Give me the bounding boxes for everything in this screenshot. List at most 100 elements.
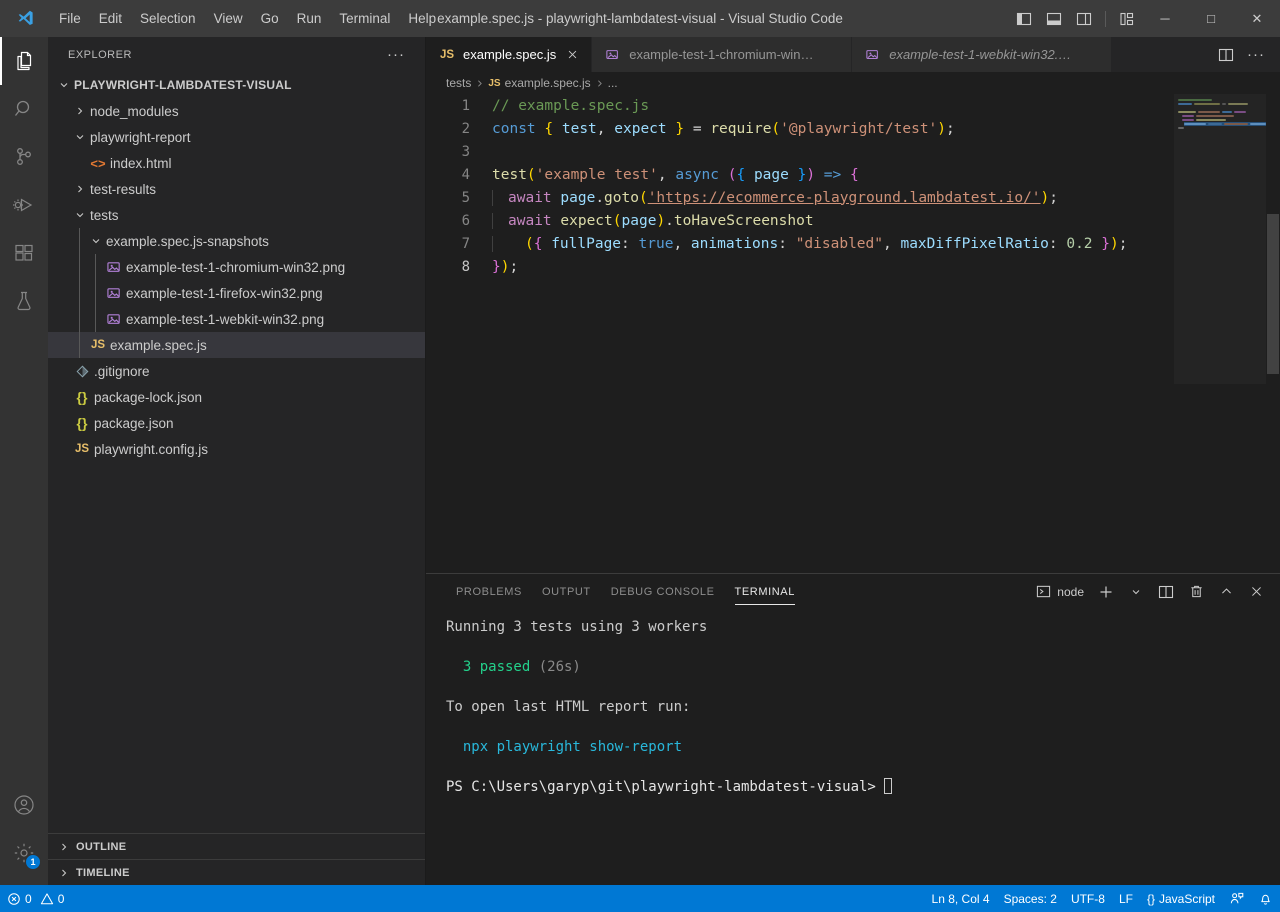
token-true: true: [639, 236, 674, 252]
tab-example-spec-js[interactable]: JS example.spec.js: [426, 37, 592, 72]
menu-terminal[interactable]: Terminal: [330, 8, 399, 29]
code-editor[interactable]: 1 // example.spec.js 2 const { test, exp…: [426, 94, 1280, 573]
tree-row-webkit-png[interactable]: example-test-1-webkit-win32.png: [48, 306, 425, 332]
editor-actions: ···: [1212, 37, 1280, 72]
tree-row-playwright-config-js[interactable]: JS playwright.config.js: [48, 436, 425, 462]
activity-item-accounts[interactable]: [0, 781, 48, 829]
sidebar-section-outline[interactable]: OUTLINE: [48, 833, 425, 859]
breadcrumb-item-tests[interactable]: tests: [446, 76, 471, 90]
new-terminal-icon[interactable]: [1092, 578, 1120, 606]
window-close-button[interactable]: ✕: [1234, 0, 1280, 37]
status-language-mode[interactable]: {} JavaScript: [1140, 885, 1222, 912]
token-url-string[interactable]: 'https://ecommerce-playground.lambdatest…: [648, 190, 1041, 206]
tree-row-chromium-png[interactable]: example-test-1-chromium-win32.png: [48, 254, 425, 280]
window-maximize-button[interactable]: □: [1188, 0, 1234, 37]
split-editor-right-icon[interactable]: [1212, 37, 1240, 72]
tree-row-firefox-png[interactable]: example-test-1-firefox-win32.png: [48, 280, 425, 306]
status-feedback[interactable]: [1222, 885, 1251, 912]
tree-row-snapshots-folder[interactable]: example.spec.js-snapshots: [48, 228, 425, 254]
activity-item-source-control[interactable]: [0, 133, 48, 181]
token-dot: .: [665, 213, 674, 229]
activity-item-extensions[interactable]: [0, 229, 48, 277]
token-semicolon: ;: [1049, 190, 1058, 206]
scrollbar-thumb[interactable]: [1267, 214, 1279, 374]
activity-item-search[interactable]: [0, 85, 48, 133]
tree-row-root[interactable]: PLAYWRIGHT-LAMBDATEST-VISUAL: [48, 72, 425, 98]
terminal-output[interactable]: Running 3 tests using 3 workers 3 passed…: [426, 609, 1280, 885]
activity-item-testing[interactable]: [0, 277, 48, 325]
status-errors-warnings[interactable]: 0 0: [0, 885, 71, 912]
activity-item-run-and-debug[interactable]: [0, 181, 48, 229]
status-indentation[interactable]: Spaces: 2: [997, 885, 1064, 912]
tab-debug-console[interactable]: DEBUG CONSOLE: [601, 574, 725, 609]
token-await: await: [508, 190, 552, 206]
menu-selection[interactable]: Selection: [131, 8, 205, 29]
token-string: "disabled": [796, 236, 883, 252]
tab-output[interactable]: OUTPUT: [532, 574, 601, 609]
code-line-4: 4 test('example test', async ({ page }) …: [426, 163, 1280, 186]
line-number: 5: [426, 190, 492, 206]
terminal-line: To open last HTML report run:: [446, 697, 1280, 717]
tree-label: example-test-1-webkit-win32.png: [124, 312, 324, 327]
code-content[interactable]: 1 // example.spec.js 2 const { test, exp…: [426, 94, 1280, 573]
token-paren: ): [656, 213, 665, 229]
terminal-selector[interactable]: node: [1034, 578, 1090, 606]
breadcrumb-item-symbols[interactable]: ...: [608, 76, 618, 90]
tab-webkit-png[interactable]: example-test-1-webkit-win32.png: [852, 37, 1112, 72]
breadcrumb-item-file[interactable]: example.spec.js: [505, 76, 591, 90]
kill-terminal-icon[interactable]: [1182, 578, 1210, 606]
status-notifications[interactable]: [1251, 885, 1280, 912]
tree-row-test-results[interactable]: test-results: [48, 176, 425, 202]
tree-row-gitignore[interactable]: .gitignore: [48, 358, 425, 384]
split-terminal-icon[interactable]: [1152, 578, 1180, 606]
toggle-secondary-sidebar-icon[interactable]: [1069, 0, 1099, 37]
js-file-icon: JS: [88, 339, 108, 351]
status-cursor-position[interactable]: Ln 8, Col 4: [925, 885, 997, 912]
status-eol[interactable]: LF: [1112, 885, 1140, 912]
menu-edit[interactable]: Edit: [90, 8, 131, 29]
menu-go[interactable]: Go: [252, 8, 288, 29]
more-actions-icon[interactable]: ···: [1242, 37, 1270, 72]
token-brace: }: [675, 121, 684, 137]
menu-help[interactable]: Help: [399, 8, 445, 29]
sidebar-section-timeline[interactable]: TIMELINE: [48, 859, 425, 885]
window-minimize-button[interactable]: ─: [1142, 0, 1188, 37]
tab-terminal[interactable]: TERMINAL: [725, 574, 805, 609]
customize-layout-icon[interactable]: [1112, 0, 1142, 37]
editor-tab-bar: JS example.spec.js example-test-1-chromi…: [426, 37, 1280, 72]
code-line-2: 2 const { test, expect } = require('@pla…: [426, 117, 1280, 140]
minimap[interactable]: [1174, 94, 1266, 573]
minimap-slider[interactable]: [1174, 94, 1266, 384]
menu-run[interactable]: Run: [288, 8, 331, 29]
menu-file[interactable]: File: [50, 8, 90, 29]
tree-row-example-spec-js[interactable]: JS example.spec.js: [48, 332, 425, 358]
maximize-panel-icon[interactable]: [1212, 578, 1240, 606]
chevron-down-icon[interactable]: [1122, 578, 1150, 606]
editor-vertical-scrollbar[interactable]: [1266, 94, 1280, 573]
tab-problems[interactable]: PROBLEMS: [446, 574, 532, 609]
tree-row-index-html[interactable]: <> index.html: [48, 150, 425, 176]
menu-view[interactable]: View: [205, 8, 252, 29]
terminal-line-blank: [446, 677, 1280, 697]
tab-chromium-png[interactable]: example-test-1-chromium-win32.png: [592, 37, 852, 72]
line-number: 4: [426, 167, 492, 183]
status-encoding[interactable]: UTF-8: [1064, 885, 1112, 912]
sidebar-header: EXPLORER ···: [48, 37, 425, 72]
tree-row-node-modules[interactable]: node_modules: [48, 98, 425, 124]
token-paren: ): [1110, 236, 1119, 252]
sidebar-more-actions-icon[interactable]: ···: [387, 47, 405, 62]
close-panel-icon[interactable]: [1242, 578, 1270, 606]
tree-row-tests[interactable]: tests: [48, 202, 425, 228]
token-equals: =: [693, 121, 702, 137]
activity-item-manage[interactable]: 1: [0, 829, 48, 877]
tree-row-package-json[interactable]: {} package.json: [48, 410, 425, 436]
toggle-panel-icon[interactable]: [1039, 0, 1069, 37]
json-file-icon: {}: [72, 389, 92, 405]
tree-row-package-lock-json[interactable]: {} package-lock.json: [48, 384, 425, 410]
tree-row-playwright-report[interactable]: playwright-report: [48, 124, 425, 150]
activity-item-explorer[interactable]: [0, 37, 48, 85]
close-icon[interactable]: [563, 46, 581, 64]
tree-label: example-test-1-chromium-win32.png: [124, 260, 345, 275]
terminal-line-command[interactable]: npx playwright show-report: [446, 737, 1280, 757]
toggle-primary-sidebar-icon[interactable]: [1009, 0, 1039, 37]
